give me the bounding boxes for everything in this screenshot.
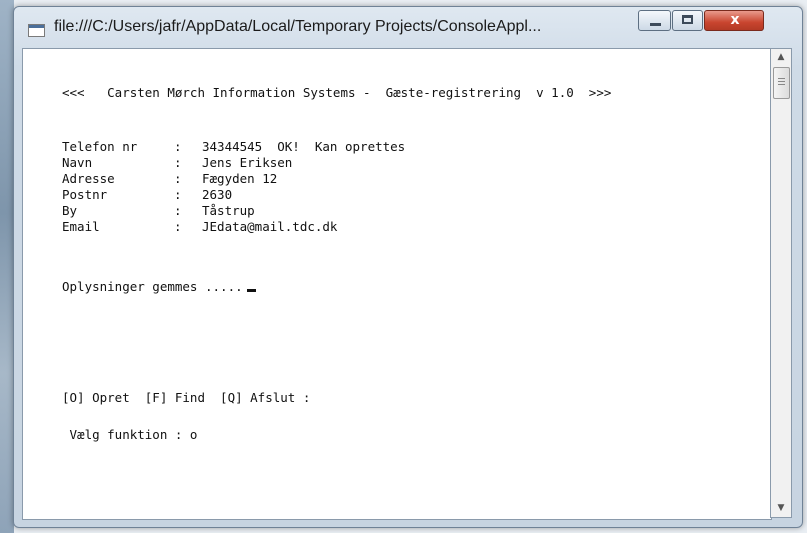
- field-row: Postnr: 2630: [62, 187, 232, 203]
- field-label: Adresse: [62, 171, 115, 186]
- field-row: Adresse: Fægyden 12: [62, 171, 277, 187]
- field-row: Navn: Jens Eriksen: [62, 155, 292, 171]
- text-cursor: [246, 289, 256, 292]
- field-label: Postnr: [62, 187, 108, 202]
- field-label: Navn: [62, 155, 93, 170]
- field-value: Fægyden 12: [202, 171, 278, 186]
- close-button[interactable]: x: [704, 10, 764, 31]
- field-value: JEdata@mail.tdc.dk: [202, 219, 338, 234]
- menu-options: [O] Opret [F] Find [Q] Afslut :: [62, 390, 311, 405]
- scroll-up-arrow-icon[interactable]: ▲: [771, 49, 791, 66]
- close-icon: x: [730, 12, 740, 28]
- field-row: Email: JEdata@mail.tdc.dk: [62, 219, 337, 235]
- field-separator: :: [174, 139, 182, 154]
- field-value: 34344545 OK! Kan oprettes: [202, 139, 406, 154]
- field-row: By: Tåstrup: [62, 203, 255, 219]
- field-separator: :: [174, 219, 182, 234]
- console-text: <<< Carsten Mørch Information Systems - …: [62, 85, 611, 442]
- console-output[interactable]: <<< Carsten Mørch Information Systems - …: [22, 48, 772, 520]
- saving-message: Oplysninger gemmes .....: [62, 279, 243, 294]
- console-app-icon[interactable]: [28, 24, 45, 37]
- field-label: Email: [62, 219, 100, 234]
- desktop-background: [0, 0, 14, 533]
- maximize-icon: [682, 15, 693, 24]
- field-value: Jens Eriksen: [202, 155, 293, 170]
- minimize-button[interactable]: [638, 10, 671, 31]
- field-separator: :: [174, 203, 182, 218]
- field-value: 2630: [202, 187, 233, 202]
- title-bar[interactable]: file:///C:/Users/jafr/AppData/Local/Temp…: [14, 7, 802, 47]
- field-separator: :: [174, 187, 182, 202]
- console-window: file:///C:/Users/jafr/AppData/Local/Temp…: [13, 6, 803, 528]
- console-header: <<< Carsten Mørch Information Systems - …: [62, 85, 612, 100]
- minimize-icon: [650, 23, 661, 26]
- scroll-thumb[interactable]: [773, 67, 790, 99]
- field-row: Telefon nr: 34344545 OK! Kan oprettes: [62, 139, 405, 155]
- saving-line: Oplysninger gemmes .....: [62, 279, 256, 295]
- field-label: By: [62, 203, 78, 218]
- field-separator: :: [174, 171, 182, 186]
- maximize-button[interactable]: [672, 10, 703, 31]
- field-separator: :: [174, 155, 182, 170]
- vertical-scrollbar[interactable]: ▲ ▼: [770, 48, 792, 518]
- window-title: file:///C:/Users/jafr/AppData/Local/Temp…: [54, 18, 542, 35]
- scroll-down-arrow-icon[interactable]: ▼: [771, 500, 791, 517]
- field-value: Tåstrup: [202, 203, 255, 218]
- function-prompt: Vælg funktion : o: [62, 427, 198, 442]
- field-label: Telefon nr: [62, 139, 138, 154]
